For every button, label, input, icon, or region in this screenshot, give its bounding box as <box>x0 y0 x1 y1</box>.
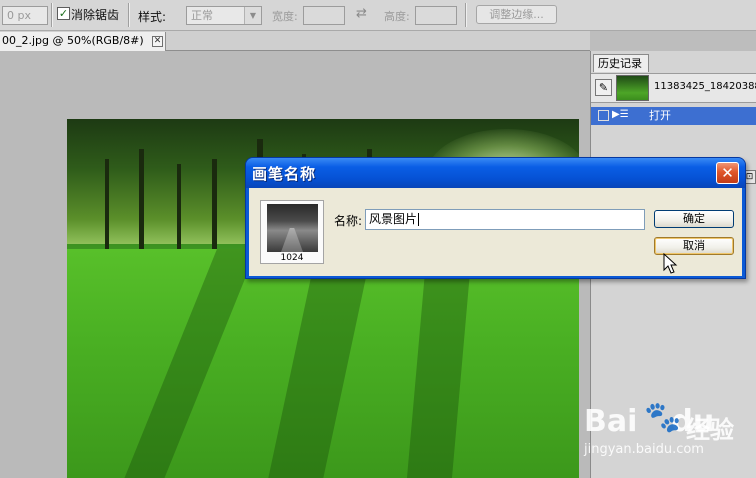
tree-trunk <box>212 159 217 254</box>
tree-trunk <box>177 164 181 254</box>
close-icon[interactable]: ✕ <box>152 36 163 47</box>
document-tab[interactable]: 00_2.jpg @ 50%(RGB/8#) <box>0 32 166 51</box>
name-label: 名称: <box>334 214 363 228</box>
chevron-down-icon[interactable]: ▼ <box>244 7 261 24</box>
history-step-icon: ▶☰ <box>612 109 629 120</box>
text-caret <box>418 213 420 226</box>
brush-name-input[interactable]: 风景图片 <box>365 209 645 230</box>
brush-thumbnail-road <box>281 228 303 252</box>
swap-icon[interactable]: ⇄ <box>356 6 367 21</box>
paw-icon: 🐾 <box>644 400 682 435</box>
brush-preview: 1024 <box>260 200 324 264</box>
close-icon[interactable]: ✕ <box>716 162 739 184</box>
brush-name-value: 风景图片 <box>369 212 418 226</box>
separator <box>51 3 53 27</box>
ok-button[interactable]: 确定 <box>654 210 734 228</box>
dialog-title: 画笔名称 <box>252 165 317 183</box>
tree-trunk <box>139 149 144 254</box>
separator <box>128 3 130 27</box>
snapshot-label: 11383425_18420388 <box>654 81 756 92</box>
brush-source-icon[interactable]: ✎ <box>595 79 612 96</box>
document-tab-bar: 00_2.jpg @ 50%(RGB/8#) <box>0 31 590 51</box>
antialias-checkbox[interactable]: ✓ <box>57 7 70 20</box>
history-source-checkbox[interactable] <box>598 110 609 121</box>
mouse-cursor-icon <box>663 253 678 274</box>
options-bar: 0 px ✓ 消除锯齿 样式: 正常 ▼ 宽度: ⇄ 高度: 调整边缘... <box>0 0 756 31</box>
watermark: Bai du 🐾 经验 jingyan.baidu.com <box>584 400 754 470</box>
height-input[interactable] <box>415 6 457 25</box>
watermark-url: jingyan.baidu.com <box>584 442 704 457</box>
separator <box>465 3 467 27</box>
feather-input[interactable]: 0 px <box>2 6 48 25</box>
watermark-product: 经验 <box>686 416 734 444</box>
antialias-label: 消除锯齿 <box>71 8 120 22</box>
width-input[interactable] <box>303 6 345 25</box>
snapshot-thumbnail <box>616 75 649 101</box>
dialog-titlebar[interactable]: 画笔名称 ✕ <box>246 158 745 188</box>
history-step-label: 打开 <box>649 109 671 122</box>
tab-history[interactable]: 历史记录 <box>593 54 649 72</box>
style-label: 样式: <box>138 10 167 24</box>
style-select-value: 正常 <box>191 9 213 22</box>
style-select[interactable]: 正常 ▼ <box>186 6 262 25</box>
brush-size-label: 1024 <box>280 253 304 263</box>
brush-thumbnail <box>267 204 318 252</box>
width-label: 宽度: <box>272 10 298 23</box>
refine-edge-button[interactable]: 调整边缘... <box>476 5 557 24</box>
height-label: 高度: <box>384 10 410 23</box>
